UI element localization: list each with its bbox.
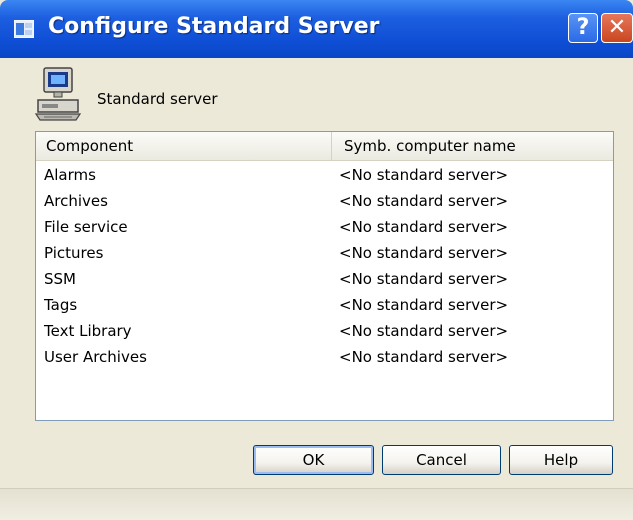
component-cell: Archives [44, 192, 108, 210]
computer-name-cell: <No standard server> [339, 322, 509, 340]
status-strip [0, 488, 633, 520]
window-app-icon [14, 20, 34, 38]
component-cell: Pictures [44, 244, 104, 262]
component-cell: File service [44, 218, 128, 236]
list-row-pictures[interactable]: Pictures <No standard server> [36, 240, 613, 266]
computer-name-cell: <No standard server> [339, 192, 509, 210]
ok-button[interactable]: OK [253, 445, 374, 475]
computer-name-cell: <No standard server> [339, 270, 509, 288]
column-header-computer-name[interactable]: Symb. computer name [332, 132, 613, 160]
list-row-tags[interactable]: Tags <No standard server> [36, 292, 613, 318]
column-header-component[interactable]: Component [36, 132, 332, 160]
component-cell: Alarms [44, 166, 96, 184]
help-title-button[interactable]: ? [568, 13, 598, 43]
computer-name-cell: <No standard server> [339, 166, 509, 184]
computer-icon [34, 67, 82, 121]
cancel-button[interactable]: Cancel [382, 445, 501, 475]
list-row-alarms[interactable]: Alarms <No standard server> [36, 162, 613, 188]
component-list[interactable]: Component Symb. computer name Alarms <No… [35, 131, 614, 421]
close-button[interactable]: ✕ [601, 13, 633, 43]
list-row-user-archives[interactable]: User Archives <No standard server> [36, 344, 613, 370]
computer-name-cell: <No standard server> [339, 218, 509, 236]
component-cell: Text Library [44, 322, 132, 340]
component-cell: User Archives [44, 348, 147, 366]
computer-name-cell: <No standard server> [339, 244, 509, 262]
list-header: Component Symb. computer name [36, 132, 613, 161]
standard-server-label: Standard server [97, 90, 218, 108]
configure-standard-server-dialog: Configure Standard Server ? ✕ Standard s… [0, 0, 633, 520]
computer-name-cell: <No standard server> [339, 296, 509, 314]
list-row-file-service[interactable]: File service <No standard server> [36, 214, 613, 240]
component-cell: Tags [44, 296, 78, 314]
title-bar[interactable]: Configure Standard Server ? ✕ [0, 0, 633, 58]
window-title: Configure Standard Server [48, 14, 380, 39]
list-row-archives[interactable]: Archives <No standard server> [36, 188, 613, 214]
component-cell: SSM [44, 270, 76, 288]
computer-name-cell: <No standard server> [339, 348, 509, 366]
help-button[interactable]: Help [509, 445, 613, 475]
list-row-text-library[interactable]: Text Library <No standard server> [36, 318, 613, 344]
list-row-ssm[interactable]: SSM <No standard server> [36, 266, 613, 292]
